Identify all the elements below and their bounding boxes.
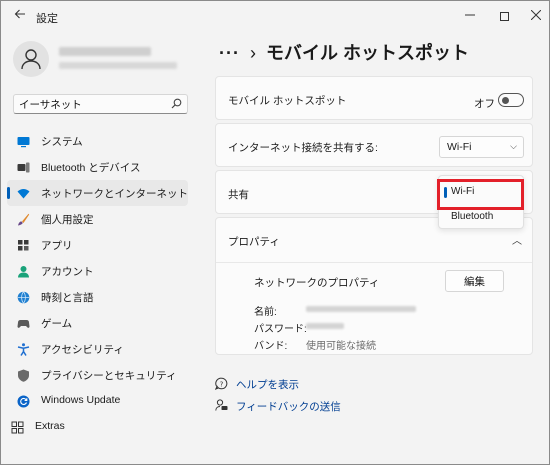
- hotspot-state-label: オフ: [474, 98, 495, 110]
- back-arrow-icon[interactable]: [11, 7, 29, 25]
- devices-icon: [17, 162, 30, 173]
- profile-email-redacted: [59, 62, 177, 69]
- prop-band-key: バンド:: [254, 341, 288, 352]
- properties-title: プロパティ: [228, 236, 280, 248]
- monitor-icon: [17, 137, 30, 148]
- avatar: [13, 41, 49, 77]
- chevron-down-icon: ⌵: [510, 141, 517, 151]
- minimize-icon[interactable]: [459, 5, 481, 27]
- hotspot-label: モバイル ホットスポット: [228, 95, 347, 107]
- gamepad-icon: [17, 320, 30, 328]
- grid-icon: [11, 421, 24, 434]
- sidebar-item-accounts[interactable]: アカウント: [7, 258, 188, 284]
- search-input[interactable]: [19, 97, 159, 111]
- sidebar-item-label: システム: [41, 136, 83, 148]
- feedback-icon: [215, 399, 228, 411]
- prop-name-key: 名前:: [254, 307, 277, 318]
- share-connection-card: インターネット接続を共有する: Wi-Fi ⌵: [215, 123, 533, 167]
- properties-card: プロパティ ︿ ネットワークのプロパティ 編集 名前: パスワード: バンド: …: [215, 217, 533, 355]
- sidebar-item-bluetooth[interactable]: Bluetooth とデバイス: [7, 154, 188, 180]
- sidebar-item-label: プライバシーとセキュリティ: [41, 370, 177, 382]
- share-connection-dropdown[interactable]: Wi-Fi ⌵: [439, 136, 524, 158]
- prop-password-key: パスワード:: [254, 324, 307, 335]
- page-title-text: モバイル ホットスポット: [265, 43, 469, 63]
- feedback-link[interactable]: フィードバックの送信: [236, 399, 341, 414]
- sidebar-item-time-language[interactable]: 時刻と言語: [7, 284, 188, 310]
- close-icon[interactable]: [525, 5, 547, 27]
- edit-button[interactable]: 編集: [445, 270, 504, 292]
- sidebar-item-label: ネットワークとインターネット: [41, 188, 188, 200]
- person-icon: [18, 266, 29, 278]
- title-bar: 設定: [1, 1, 549, 31]
- sidebar-item-network[interactable]: ネットワークとインターネット: [7, 180, 188, 206]
- sidebar-item-label: Bluetooth とデバイス: [41, 162, 141, 174]
- breadcrumb-chevron-icon: ›: [249, 43, 256, 63]
- sidebar-item-privacy[interactable]: プライバシーとセキュリティ: [7, 362, 188, 388]
- sidebar-item-label: 時刻と言語: [41, 292, 94, 304]
- globe-icon: [17, 291, 30, 304]
- sidebar-item-label: 個人用設定: [41, 214, 94, 226]
- settings-window: 設定 システム B: [0, 0, 550, 465]
- sidebar-item-windows-update[interactable]: Windows Update: [7, 388, 188, 414]
- search-icon[interactable]: [171, 98, 182, 109]
- person-icon: [21, 49, 41, 70]
- profile-name-redacted: [59, 47, 151, 56]
- shield-icon: [18, 369, 29, 382]
- prop-password-value-redacted: [306, 323, 344, 329]
- share-option-label: Bluetooth: [451, 211, 494, 222]
- sidebar-item-label: ゲーム: [41, 318, 73, 330]
- sidebar-item-label: Windows Update: [41, 394, 121, 406]
- share-connection-label: インターネット接続を共有する:: [228, 142, 378, 154]
- dropdown-value: Wi-Fi: [447, 141, 472, 153]
- sidebar-item-extras[interactable]: Extras: [1, 414, 182, 440]
- apps-icon: [18, 240, 29, 251]
- help-icon: ?: [215, 377, 228, 390]
- page-title: ··· › モバイル ホットスポット: [219, 39, 469, 65]
- toggle-knob: [502, 96, 509, 104]
- wifi-icon: [17, 189, 30, 199]
- sidebar-item-accessibility[interactable]: アクセシビリティ: [7, 336, 188, 362]
- hotspot-toggle[interactable]: [498, 93, 524, 107]
- network-properties-label: ネットワークのプロパティ: [254, 277, 380, 289]
- sidebar-item-label: アクセシビリティ: [41, 344, 124, 356]
- sidebar-item-system[interactable]: システム: [7, 128, 188, 154]
- sidebar-nav: システム Bluetooth とデバイス ネットワークとインターネット 個人用設…: [7, 128, 188, 440]
- sidebar-item-label: Extras: [35, 420, 65, 432]
- prop-band-value: 使用可能な接続: [306, 341, 376, 352]
- update-icon: [17, 395, 30, 408]
- breadcrumb-more-icon[interactable]: ···: [219, 43, 240, 63]
- window-title: 設定: [36, 13, 58, 25]
- sidebar-item-label: アプリ: [41, 240, 73, 252]
- sidebar-item-personalization[interactable]: 個人用設定: [7, 206, 188, 232]
- highlight-annotation: [437, 179, 524, 210]
- svg-text:?: ?: [220, 380, 224, 388]
- search-box[interactable]: [13, 94, 188, 114]
- share-over-label: 共有: [228, 189, 249, 201]
- sidebar-item-gaming[interactable]: ゲーム: [7, 310, 188, 336]
- sidebar-item-label: アカウント: [41, 266, 94, 278]
- sidebar-item-apps[interactable]: アプリ: [7, 232, 188, 258]
- maximize-icon[interactable]: [493, 5, 515, 27]
- brush-icon: [18, 213, 30, 226]
- prop-name-value-redacted: [306, 306, 416, 312]
- accessibility-icon: [17, 343, 30, 356]
- help-link[interactable]: ヘルプを表示: [236, 377, 299, 392]
- hotspot-card: モバイル ホットスポット オフ: [215, 76, 533, 120]
- chevron-up-icon: ︿: [512, 236, 522, 247]
